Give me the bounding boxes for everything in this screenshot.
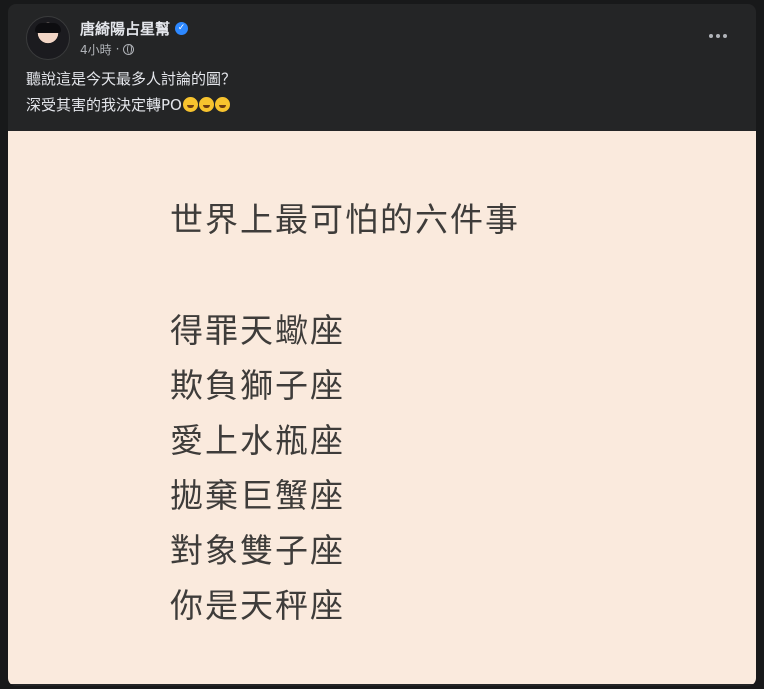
rolling-on-floor-laughing-emoji-icon [214, 97, 230, 112]
verified-badge-icon: ✓ [175, 22, 189, 35]
ellipsis-icon [716, 34, 720, 38]
author-name[interactable]: 唐綺陽占星幫 [80, 19, 170, 39]
author-avatar[interactable] [26, 16, 70, 60]
rolling-on-floor-laughing-emoji-icon [198, 97, 214, 112]
ellipsis-icon [709, 34, 713, 38]
post-header: 唐綺陽占星幫 ✓ 4小時 · [26, 16, 189, 60]
author-row: 唐綺陽占星幫 ✓ [80, 19, 189, 39]
post-image[interactable]: 世界上最可怕的六件事 得罪天蠍座 欺負獅子座 愛上水瓶座 拋棄巨蟹座 對象雙子座… [8, 131, 756, 684]
post-text-line-2-text: 深受其害的我決定轉PO [26, 96, 182, 114]
post-text: 聽說這是今天最多人討論的圖？ 深受其害的我決定轉PO [26, 66, 236, 118]
post-time[interactable]: 4小時 [80, 41, 112, 58]
image-list: 得罪天蠍座 欺負獅子座 愛上水瓶座 拋棄巨蟹座 對象雙子座 你是天秤座 [170, 303, 345, 633]
image-list-item: 欺負獅子座 [170, 366, 345, 405]
ellipsis-icon [723, 34, 727, 38]
image-title: 世界上最可怕的六件事 [170, 200, 520, 239]
post-time-row: 4小時 · [80, 41, 188, 58]
post-meta: 唐綺陽占星幫 ✓ 4小時 · [80, 19, 189, 58]
globe-icon[interactable] [123, 43, 135, 55]
more-options-button[interactable] [704, 24, 732, 48]
image-list-item: 你是天秤座 [170, 586, 345, 625]
rolling-on-floor-laughing-emoji-icon [182, 97, 198, 112]
image-list-item: 對象雙子座 [170, 531, 345, 570]
post-text-line-1: 聽說這是今天最多人討論的圖？ [26, 70, 237, 88]
post-card: 唐綺陽占星幫 ✓ 4小時 · 聽說這是今天最多人討論的圖？ 深受其害的我決定轉P… [8, 4, 756, 686]
image-list-item: 愛上水瓶座 [170, 421, 345, 460]
meta-separator: · [115, 42, 120, 56]
image-list-item: 拋棄巨蟹座 [170, 476, 345, 515]
post-text-line-2: 深受其害的我決定轉PO [26, 92, 236, 118]
image-list-item: 得罪天蠍座 [170, 311, 345, 350]
